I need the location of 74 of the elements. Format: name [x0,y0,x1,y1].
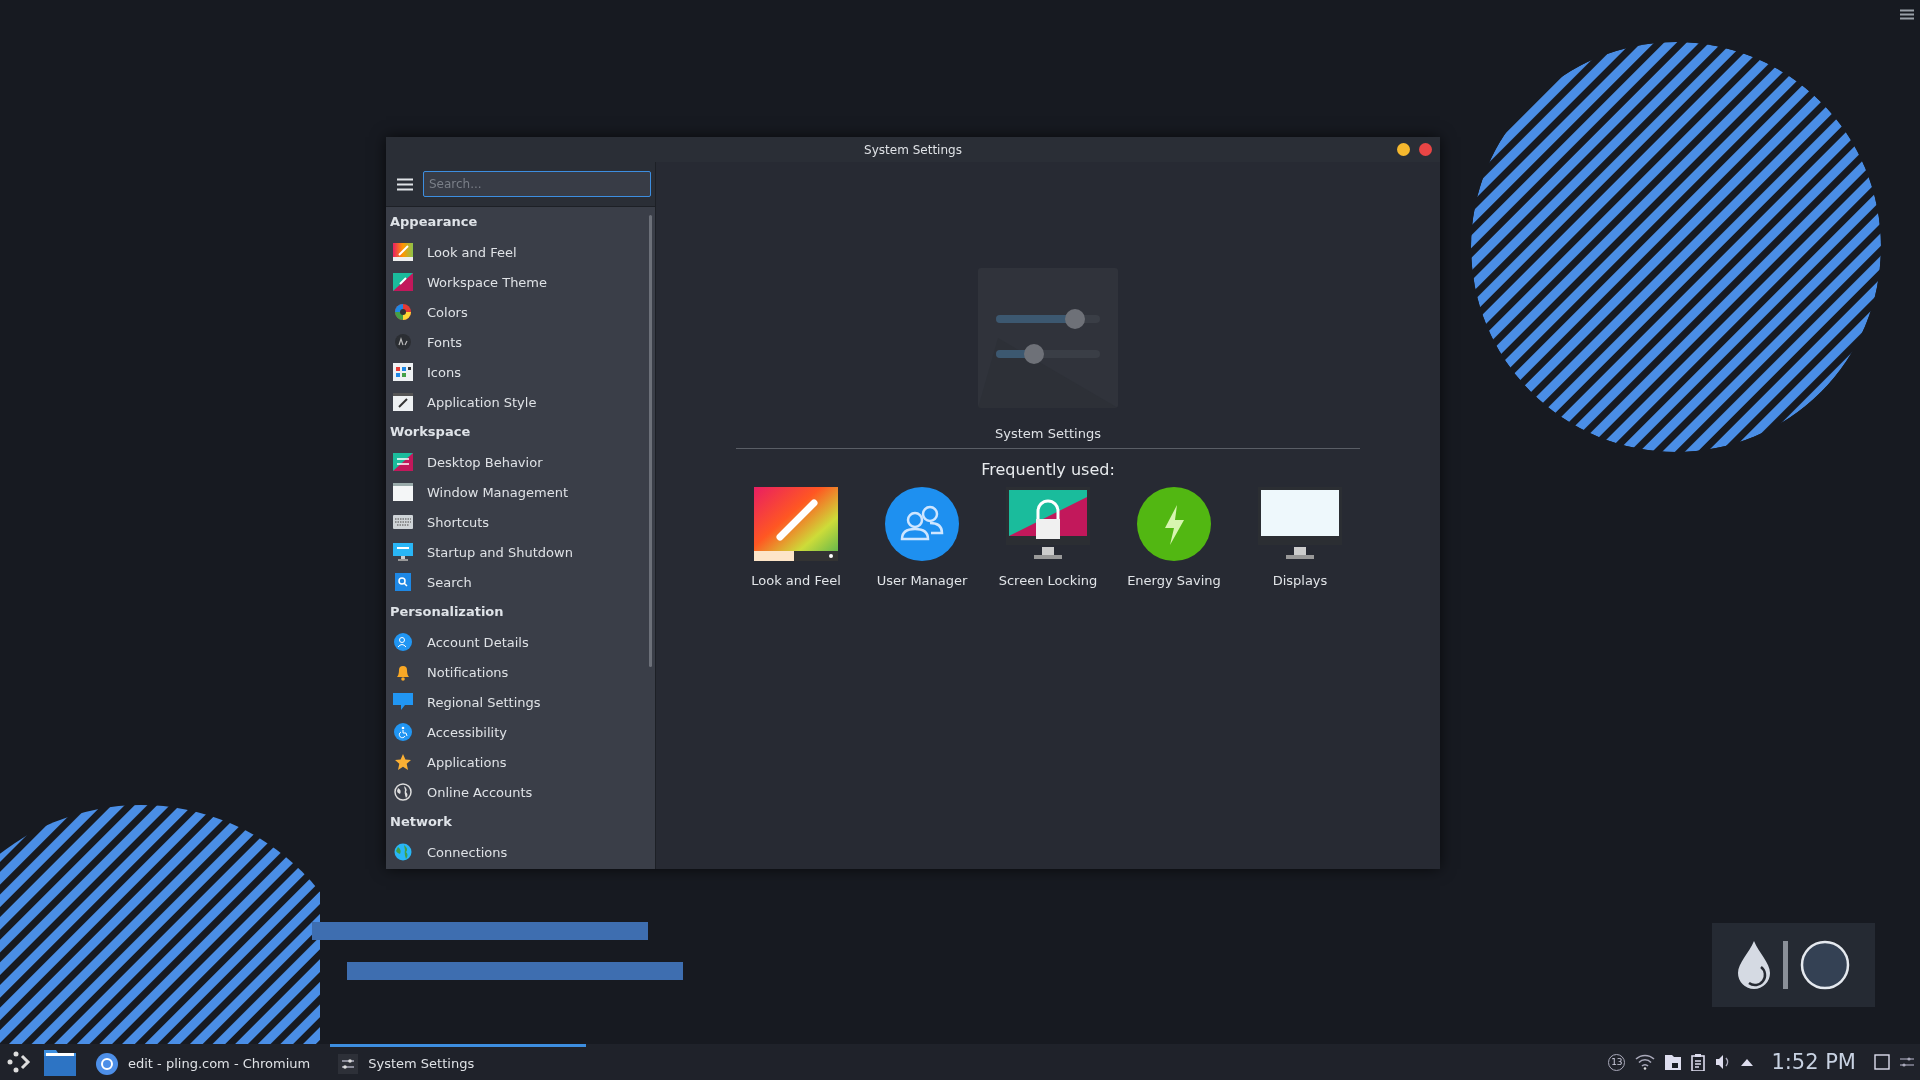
show-desktop-icon[interactable] [1874,1054,1890,1070]
close-button[interactable] [1419,143,1432,156]
search-icon [395,573,411,591]
folder-icon[interactable] [44,1048,76,1076]
category-heading: Workspace [389,423,472,441]
lightning-icon [1137,487,1211,561]
browser-icon [96,1052,118,1075]
sliders-icon [338,1053,359,1074]
shortcut-tile[interactable]: Screen Locking [985,487,1111,588]
sliders-icon [978,268,1118,408]
circle-icon[interactable] [1800,940,1850,990]
brush-icon [754,487,838,561]
category-heading: Appearance [389,213,479,231]
globe-icon [394,843,412,861]
shortcut-tile[interactable]: User Manager [859,487,985,588]
sidebar-item[interactable]: Accessibility [386,717,645,747]
sidebar-item[interactable]: Account Details [386,627,645,657]
wifi-icon[interactable] [1635,1054,1656,1070]
sidebar-item[interactable]: Colors [386,297,645,327]
sidebar-item[interactable]: Applications [386,747,645,777]
lock-screen-icon [1006,487,1090,561]
category-heading: Personalization [389,603,505,621]
search-field[interactable]: Search... [423,171,651,197]
taskbar-task[interactable]: System Settings [330,1044,587,1080]
sidebar-item[interactable]: Search [386,567,645,597]
star-icon [394,753,412,771]
theme-icon [393,273,413,291]
desktop-icon [393,453,413,471]
expand-arrow-icon[interactable] [1741,1058,1754,1066]
taskbar-task[interactable]: edit - pling.com - Chromium [88,1044,319,1080]
user-icon [394,633,412,651]
drop-icon[interactable] [1737,941,1771,989]
globe-icon [394,783,412,801]
sidebar-item[interactable]: Connections [386,837,645,867]
sidebar-item[interactable]: Application Style [386,387,645,417]
sliders-icon[interactable] [1900,1056,1914,1068]
users-icon [885,487,959,561]
sidebar-item[interactable]: Icons [386,357,645,387]
monitor-icon [393,543,413,561]
sidebar-item[interactable]: Desktop Behavior [386,447,645,477]
menu-icon[interactable] [1900,9,1914,20]
launcher-icon[interactable] [6,1049,32,1075]
monitor-icon [1258,487,1342,561]
sidebar-item[interactable]: Workspace Theme [386,267,645,297]
brush-icon [393,243,413,261]
brush-icon [393,393,413,411]
sidebar-item[interactable]: Notifications [386,657,645,687]
sidebar-item[interactable]: Shortcuts [386,507,645,537]
bell-icon [394,663,412,681]
module-title: System Settings [995,426,1101,441]
chat-bubble-icon [393,693,413,711]
lock-folder-icon[interactable] [1665,1054,1682,1070]
section-heading: Frequently used: [981,460,1115,479]
window-icon [393,483,413,501]
sidebar-item[interactable]: Window Management [386,477,645,507]
scrollbar-thumb[interactable] [648,215,652,667]
icon-grid-icon [393,363,413,381]
sidebar-item[interactable]: Startup and Shutdown [386,537,645,567]
accessibility-icon [394,723,412,741]
shortcut-tile[interactable]: Displays [1237,487,1363,588]
sidebar-item[interactable]: Fonts [386,327,645,357]
clipboard-icon[interactable] [1691,1053,1706,1071]
sidebar-item[interactable]: Look and Feel [386,237,645,267]
sidebar-item[interactable]: Regional Settings [386,687,645,717]
category-heading: Network [389,813,453,831]
font-icon [394,333,412,351]
shortcut-tile[interactable]: Energy Saving [1111,487,1237,588]
minimize-button[interactable] [1397,143,1410,156]
window-title: System Settings [864,142,962,157]
clock[interactable]: 1:52 PM [1771,1050,1856,1074]
shortcut-tile[interactable]: Look and Feel [733,487,859,588]
color-wheel-icon [394,303,412,321]
keyboard-icon [393,515,413,529]
sidebar-item[interactable]: Online Accounts [386,777,645,807]
